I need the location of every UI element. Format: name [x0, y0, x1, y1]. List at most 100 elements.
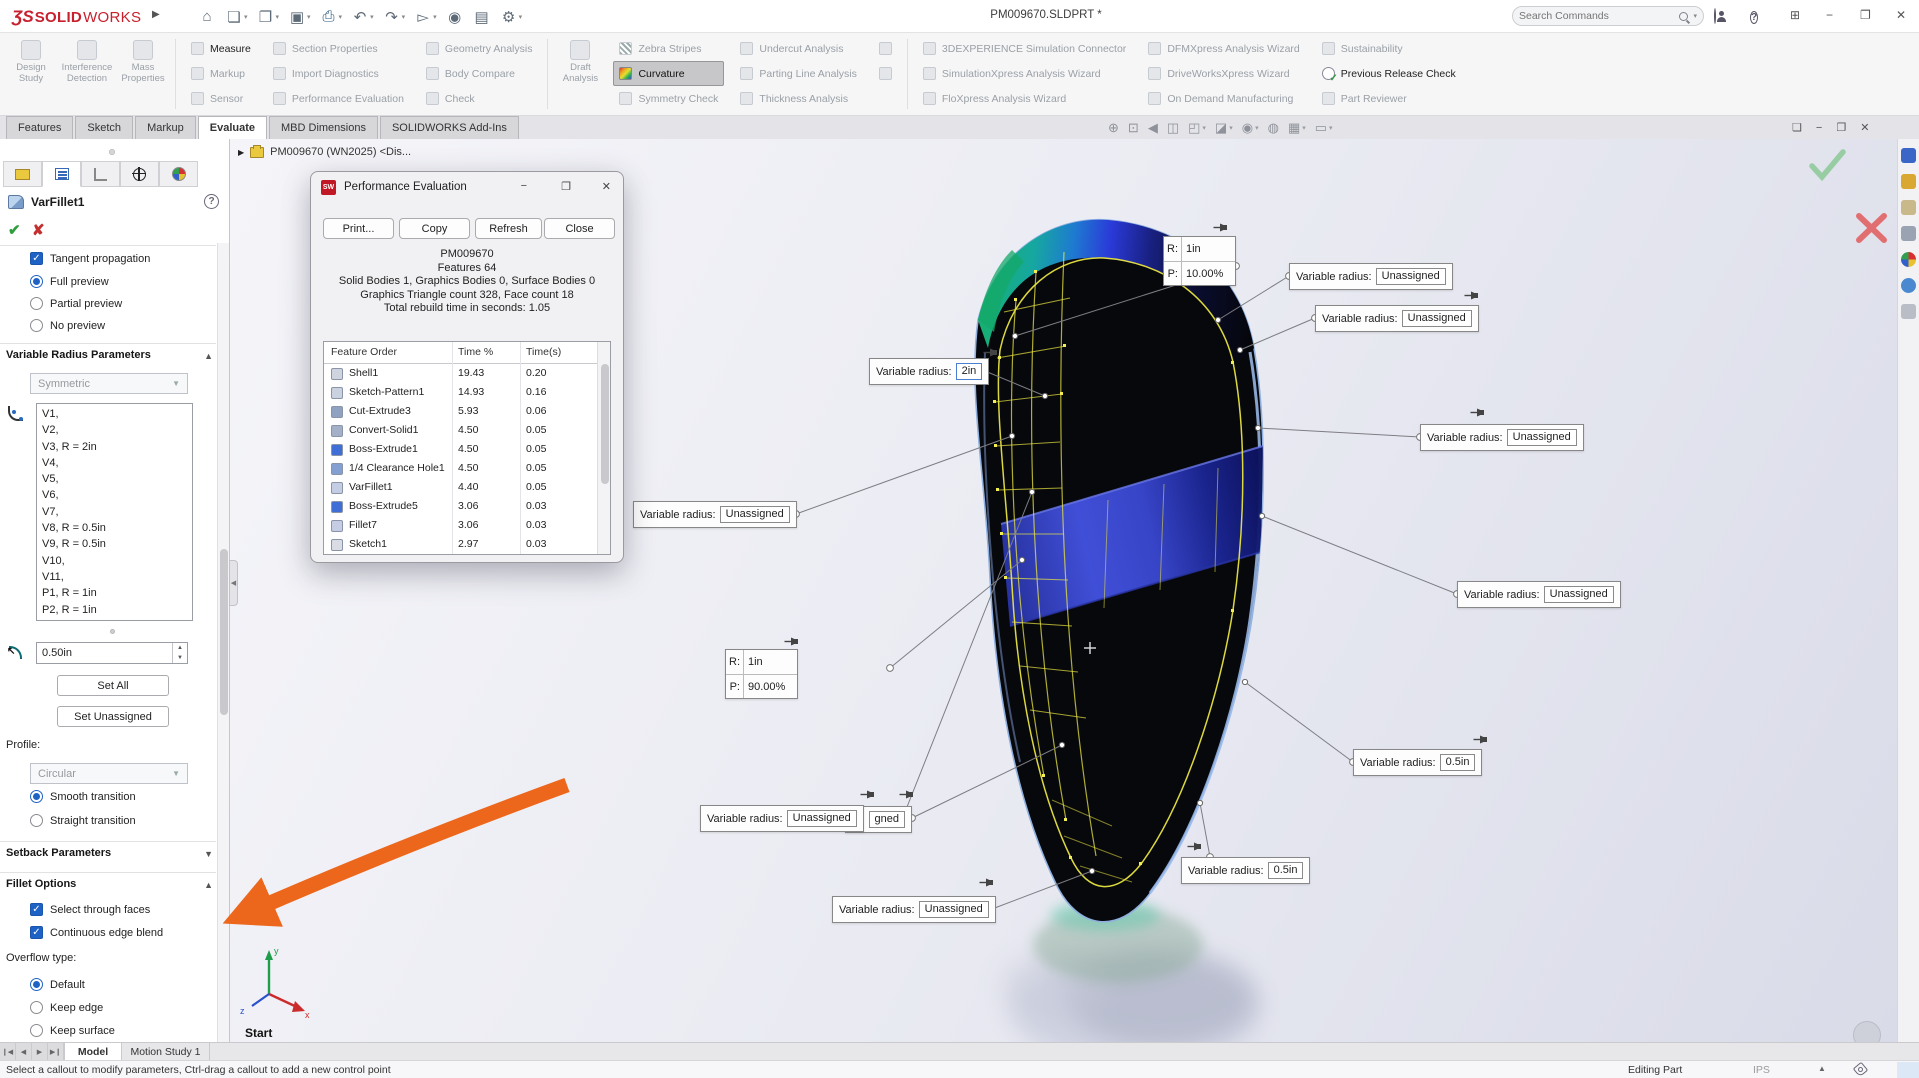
- setback-header[interactable]: Setback Parameters: [6, 847, 111, 859]
- minimize-button[interactable]: −: [1826, 8, 1833, 22]
- tab-markup[interactable]: Markup: [135, 116, 196, 139]
- transition-option-straight-transition[interactable]: Straight transition: [30, 814, 136, 827]
- tangent-propagation-option[interactable]: ✓ Tangent propagation: [30, 252, 150, 265]
- radius-points-listbox[interactable]: V1,V2,V3, R = 2inV4,V5,V6,V7,V8, R = 0.5…: [36, 403, 193, 621]
- select-button[interactable]: ▻▾: [411, 6, 440, 28]
- magnet-button[interactable]: ◉: [443, 6, 467, 28]
- list-resize-dot[interactable]: [110, 629, 115, 634]
- radius-position-callout[interactable]: R:1inP:90.00%: [725, 649, 798, 699]
- pushpin-icon[interactable]: [983, 346, 999, 359]
- view-settings-button[interactable]: ▭▾: [1315, 120, 1333, 136]
- part-reviewer-button[interactable]: Part Reviewer: [1316, 86, 1462, 111]
- restore-doc-icon[interactable]: ❐: [1836, 121, 1846, 134]
- help-button[interactable]: ?: [1750, 9, 1758, 24]
- design-library-icon[interactable]: [1901, 174, 1916, 189]
- home-button[interactable]: ⌂: [195, 6, 219, 27]
- dropdown-caret-icon[interactable]: ▾: [519, 13, 523, 21]
- simulationxpress-analysis-wizard-button[interactable]: SimulationXpress Analysis Wizard: [917, 61, 1132, 86]
- dropdown-caret-icon[interactable]: ▾: [1202, 124, 1206, 132]
- radius-point-item[interactable]: V7,: [42, 504, 192, 520]
- radius-point-item[interactable]: V11,: [42, 569, 192, 585]
- compare-documents-button[interactable]: [873, 36, 898, 61]
- performance-evaluation-button[interactable]: Performance Evaluation: [267, 86, 410, 111]
- profile-select[interactable]: Circular▼: [30, 763, 188, 784]
- sustainability-button[interactable]: Sustainability: [1316, 36, 1462, 61]
- dropdown-caret-icon[interactable]: ▾: [1255, 124, 1259, 132]
- radius-point-item[interactable]: V10,: [42, 553, 192, 569]
- dialog-title-bar[interactable]: SW Performance Evaluation: [311, 172, 623, 202]
- edit-appearance-button[interactable]: ◍: [1268, 120, 1279, 136]
- search-commands-box[interactable]: ▾: [1512, 6, 1704, 26]
- vrp-header[interactable]: Variable Radius Parameters: [6, 349, 151, 361]
- tag-icon[interactable]: [1853, 1062, 1868, 1077]
- radius-point-item[interactable]: V2,: [42, 422, 192, 438]
- new-document-button[interactable]: ❏▾: [222, 6, 251, 28]
- pushpin-icon[interactable]: [1470, 406, 1486, 419]
- tab-solidworks-add-ins[interactable]: SOLIDWORKS Add-Ins: [380, 116, 519, 139]
- variable-radius-callout[interactable]: Variable radius:2in: [869, 358, 989, 385]
- pushpin-icon[interactable]: [1213, 221, 1229, 234]
- tab-configurations[interactable]: [81, 161, 120, 187]
- cancel-button[interactable]: ✘: [32, 221, 45, 239]
- view-palette-icon[interactable]: [1901, 226, 1916, 241]
- markup-button[interactable]: Markup: [185, 61, 257, 86]
- search-input[interactable]: [1519, 10, 1674, 22]
- variable-radius-callout[interactable]: Variable radius:Unassigned: [1457, 581, 1621, 608]
- pushpin-icon[interactable]: [899, 788, 915, 801]
- body-compare-button[interactable]: Body Compare: [420, 61, 539, 86]
- section-view-button[interactable]: ◫: [1167, 120, 1179, 136]
- radius-point-item[interactable]: V4,: [42, 455, 192, 471]
- pushpin-icon[interactable]: [1187, 840, 1203, 853]
- dialog-maximize-icon[interactable]: ❐: [561, 180, 571, 193]
- variable-radius-callout[interactable]: Variable radius:0.5in: [1353, 749, 1482, 776]
- undercut-analysis-button[interactable]: Undercut Analysis: [734, 36, 862, 61]
- tab-mbd-dimensions[interactable]: MBD Dimensions: [269, 116, 378, 139]
- radius-point-item[interactable]: P2, R = 1in: [42, 602, 192, 618]
- units-label[interactable]: IPS: [1753, 1064, 1770, 1076]
- transition-option-smooth-transition[interactable]: Smooth transition: [30, 790, 136, 803]
- set-unassigned-button[interactable]: Set Unassigned: [57, 706, 169, 727]
- table-row[interactable]: Fillet73.060.03: [324, 516, 598, 535]
- fillet-options-header[interactable]: Fillet Options: [6, 878, 76, 890]
- overflow-option-keep-surface[interactable]: Keep surface: [30, 1024, 115, 1037]
- print-button[interactable]: Print...: [323, 218, 394, 239]
- panel-splitter-handle[interactable]: ◀: [229, 560, 238, 606]
- search-dropdown-icon[interactable]: ▾: [1693, 12, 1697, 20]
- tab-propertymanager[interactable]: [42, 161, 81, 187]
- dropdown-caret-icon[interactable]: ▾: [276, 13, 280, 21]
- table-row[interactable]: Boss-Extrude53.060.03: [324, 497, 598, 516]
- zoom-area-button[interactable]: ⊡: [1128, 120, 1139, 136]
- custom-properties-icon[interactable]: [1901, 278, 1916, 293]
- radius-stepper[interactable]: ▲▼: [172, 643, 187, 663]
- jump-start-button[interactable]: ❙◀: [0, 1043, 16, 1061]
- fillet-option-continuous-edge-blend[interactable]: ✓Continuous edge blend: [30, 926, 163, 939]
- dropdown-caret-icon[interactable]: ▾: [433, 13, 437, 21]
- panel-scrollbar[interactable]: [217, 243, 229, 1042]
- table-scrollbar[interactable]: [597, 342, 610, 554]
- tab-appearances[interactable]: [159, 161, 198, 187]
- display-pane-button[interactable]: ▤: [470, 6, 494, 28]
- table-row[interactable]: Shell119.430.20: [324, 364, 598, 383]
- variable-radius-callout[interactable]: Variable radius:Unassigned: [700, 805, 864, 832]
- dropdown-caret-icon[interactable]: ▾: [244, 13, 248, 21]
- floxpress-analysis-wizard-button[interactable]: FloXpress Analysis Wizard: [917, 86, 1132, 111]
- pushpin-icon[interactable]: [860, 788, 876, 801]
- tab-dimxpert[interactable]: [120, 161, 159, 187]
- panel-help-icon[interactable]: ?: [204, 194, 219, 209]
- menu-expand-icon[interactable]: ▶: [152, 9, 160, 20]
- table-row[interactable]: 1/4 Clearance Hole14.500.05: [324, 459, 598, 478]
- dialog-minimize-icon[interactable]: −: [521, 180, 527, 192]
- panel-splitter-dot[interactable]: [109, 149, 115, 155]
- measure-button[interactable]: Measure: [185, 36, 257, 61]
- parting-line-analysis-button[interactable]: Parting Line Analysis: [734, 61, 862, 86]
- symmetry-check-button[interactable]: Symmetry Check: [613, 86, 724, 111]
- fillet-option-select-through-faces[interactable]: ✓Select through faces: [30, 903, 150, 916]
- radius-point-item[interactable]: V3, R = 2in: [42, 439, 192, 455]
- variable-radius-callout[interactable]: Variable radius:Unassigned: [1289, 263, 1453, 290]
- feature-tree-item[interactable]: ▶ PM009670 (WN2025) <Dis...: [238, 146, 411, 158]
- sensor-button[interactable]: Sensor: [185, 86, 257, 111]
- variable-radius-callout[interactable]: Variable radius:Unassigned: [832, 896, 996, 923]
- radius-point-item[interactable]: P1, R = 1in: [42, 585, 192, 601]
- tab-motion-study[interactable]: Motion Study 1: [122, 1043, 210, 1061]
- tab-model[interactable]: Model: [64, 1043, 122, 1061]
